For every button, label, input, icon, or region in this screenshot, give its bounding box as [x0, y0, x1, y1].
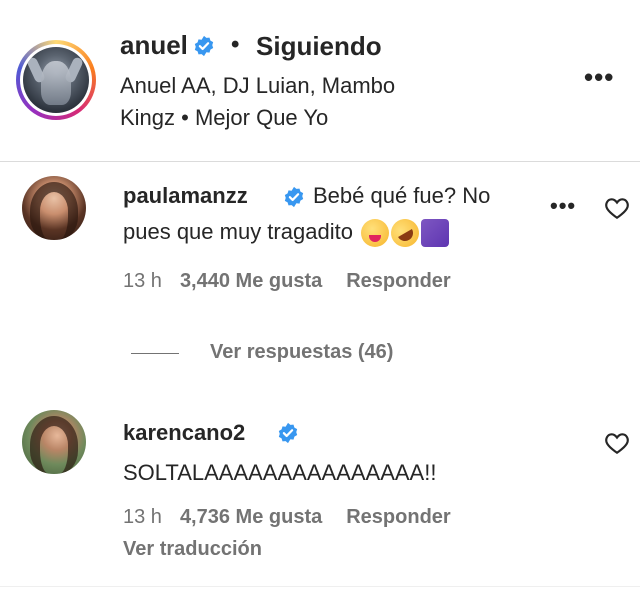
- comment-timestamp: 13 h: [123, 270, 162, 292]
- comment-meta: 13 h 4,736 Me gusta Responder: [123, 506, 451, 529]
- post-header: anuel • Siguiendo Anuel AA, DJ Luian, Ma…: [0, 0, 640, 162]
- header-separator: •: [231, 31, 240, 58]
- song-info[interactable]: Anuel AA, DJ Luian, Mambo Kingz • Mejor …: [120, 70, 450, 134]
- more-options-icon[interactable]: •••: [584, 62, 614, 93]
- verified-badge-icon: [278, 422, 298, 444]
- replies-line: [131, 353, 179, 354]
- like-count[interactable]: 3,440 Me gusta: [180, 270, 322, 292]
- reply-button[interactable]: Responder: [346, 270, 450, 292]
- comment-text: Bebé qué fue? No pues que muy tragadito: [123, 178, 632, 255]
- heart-icon[interactable]: [604, 196, 630, 220]
- verified-badge-icon: [194, 35, 214, 57]
- comment-timestamp: 13 h: [123, 506, 162, 528]
- follow-status-button[interactable]: Siguiendo: [256, 31, 382, 62]
- author-avatar[interactable]: [16, 40, 96, 120]
- like-count[interactable]: 4,736 Me gusta: [180, 506, 322, 528]
- comment-more-options-icon[interactable]: •••: [550, 193, 576, 219]
- commenter-avatar[interactable]: [22, 176, 86, 240]
- rofl-face-icon: [385, 214, 425, 253]
- author-avatar-image: [23, 47, 89, 113]
- bottom-divider: [0, 586, 640, 587]
- view-replies-button[interactable]: Ver respuestas (46): [210, 341, 393, 364]
- commenter-avatar[interactable]: [22, 410, 86, 474]
- heart-icon[interactable]: [604, 431, 630, 455]
- zany-face-icon: [361, 219, 390, 248]
- comment-meta: 13 h 3,440 Me gusta Responder: [123, 270, 451, 293]
- author-username[interactable]: anuel: [120, 30, 188, 61]
- musical-notes-icon: [421, 219, 632, 255]
- see-translation-button[interactable]: Ver traducción: [123, 538, 262, 561]
- commenter-username[interactable]: karencano2: [123, 420, 245, 446]
- reply-button[interactable]: Responder: [346, 506, 450, 528]
- header-divider: [0, 161, 640, 162]
- comment-text: SOLTALAAAAAAAAAAAAAAA!!: [123, 460, 437, 485]
